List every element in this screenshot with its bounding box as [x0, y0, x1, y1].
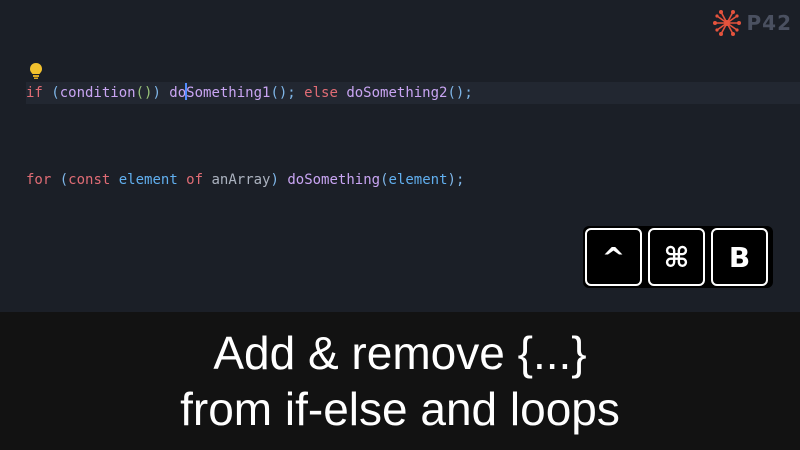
- call-dosomething1: Something1: [186, 85, 271, 101]
- caption-line-2: from if-else and loops: [180, 383, 620, 435]
- key-control: ^: [585, 228, 642, 286]
- keyword-of: of: [177, 172, 204, 188]
- keyword-const: const: [68, 172, 111, 188]
- video-frame: P42 if (condition()) doSomething1(); els…: [0, 0, 800, 450]
- key-b: B: [711, 228, 768, 286]
- call-dosomething: doSomething: [287, 172, 381, 188]
- identifier-element: element: [110, 172, 178, 188]
- caption-line-1: Add & remove {...}: [213, 327, 587, 379]
- call-dosomething2: doSomething2: [346, 85, 448, 101]
- keyword-if: if: [26, 85, 43, 101]
- lightbulb-icon[interactable]: [28, 62, 44, 80]
- p42-logo-icon: [712, 10, 741, 36]
- keyboard-shortcut: ^ ⌘ B: [583, 226, 773, 288]
- code-line-for-of[interactable]: for (const element of anArray) doSomethi…: [26, 169, 464, 191]
- brand-name: P42: [746, 11, 792, 35]
- key-command: ⌘: [648, 228, 705, 286]
- keyword-else: else: [295, 85, 347, 101]
- argument-element: element: [388, 172, 448, 188]
- identifier-anarray: anArray: [203, 172, 271, 188]
- call-condition: condition: [59, 85, 136, 101]
- brand-logo: P42: [711, 8, 793, 38]
- caption-banner: Add & remove {...} from if-else and loop…: [0, 312, 800, 450]
- code-line-if-else[interactable]: if (condition()) doSomething1(); else do…: [26, 82, 473, 104]
- keyword-for: for: [26, 172, 52, 188]
